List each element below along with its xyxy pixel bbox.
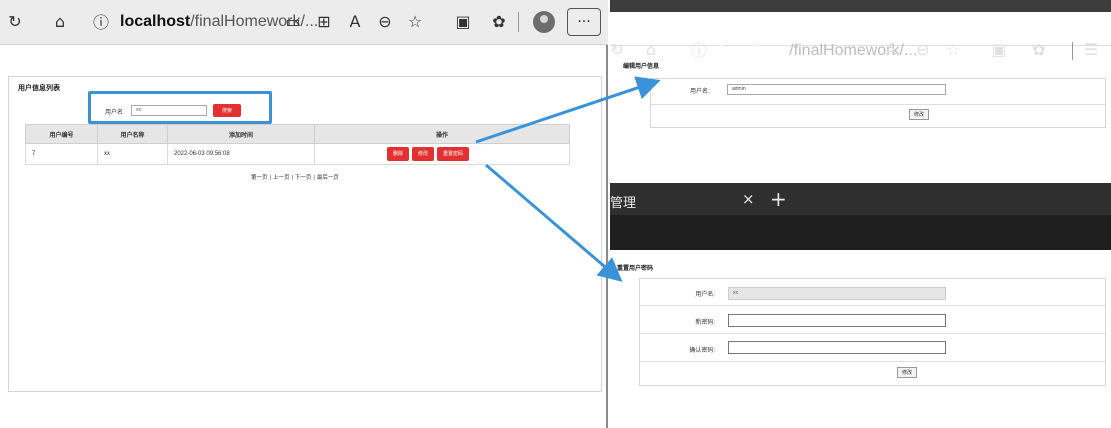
annotation-arrows: [475, 76, 661, 282]
arrow-to-edit: [475, 76, 661, 144]
arrow-to-reset: [485, 163, 623, 282]
